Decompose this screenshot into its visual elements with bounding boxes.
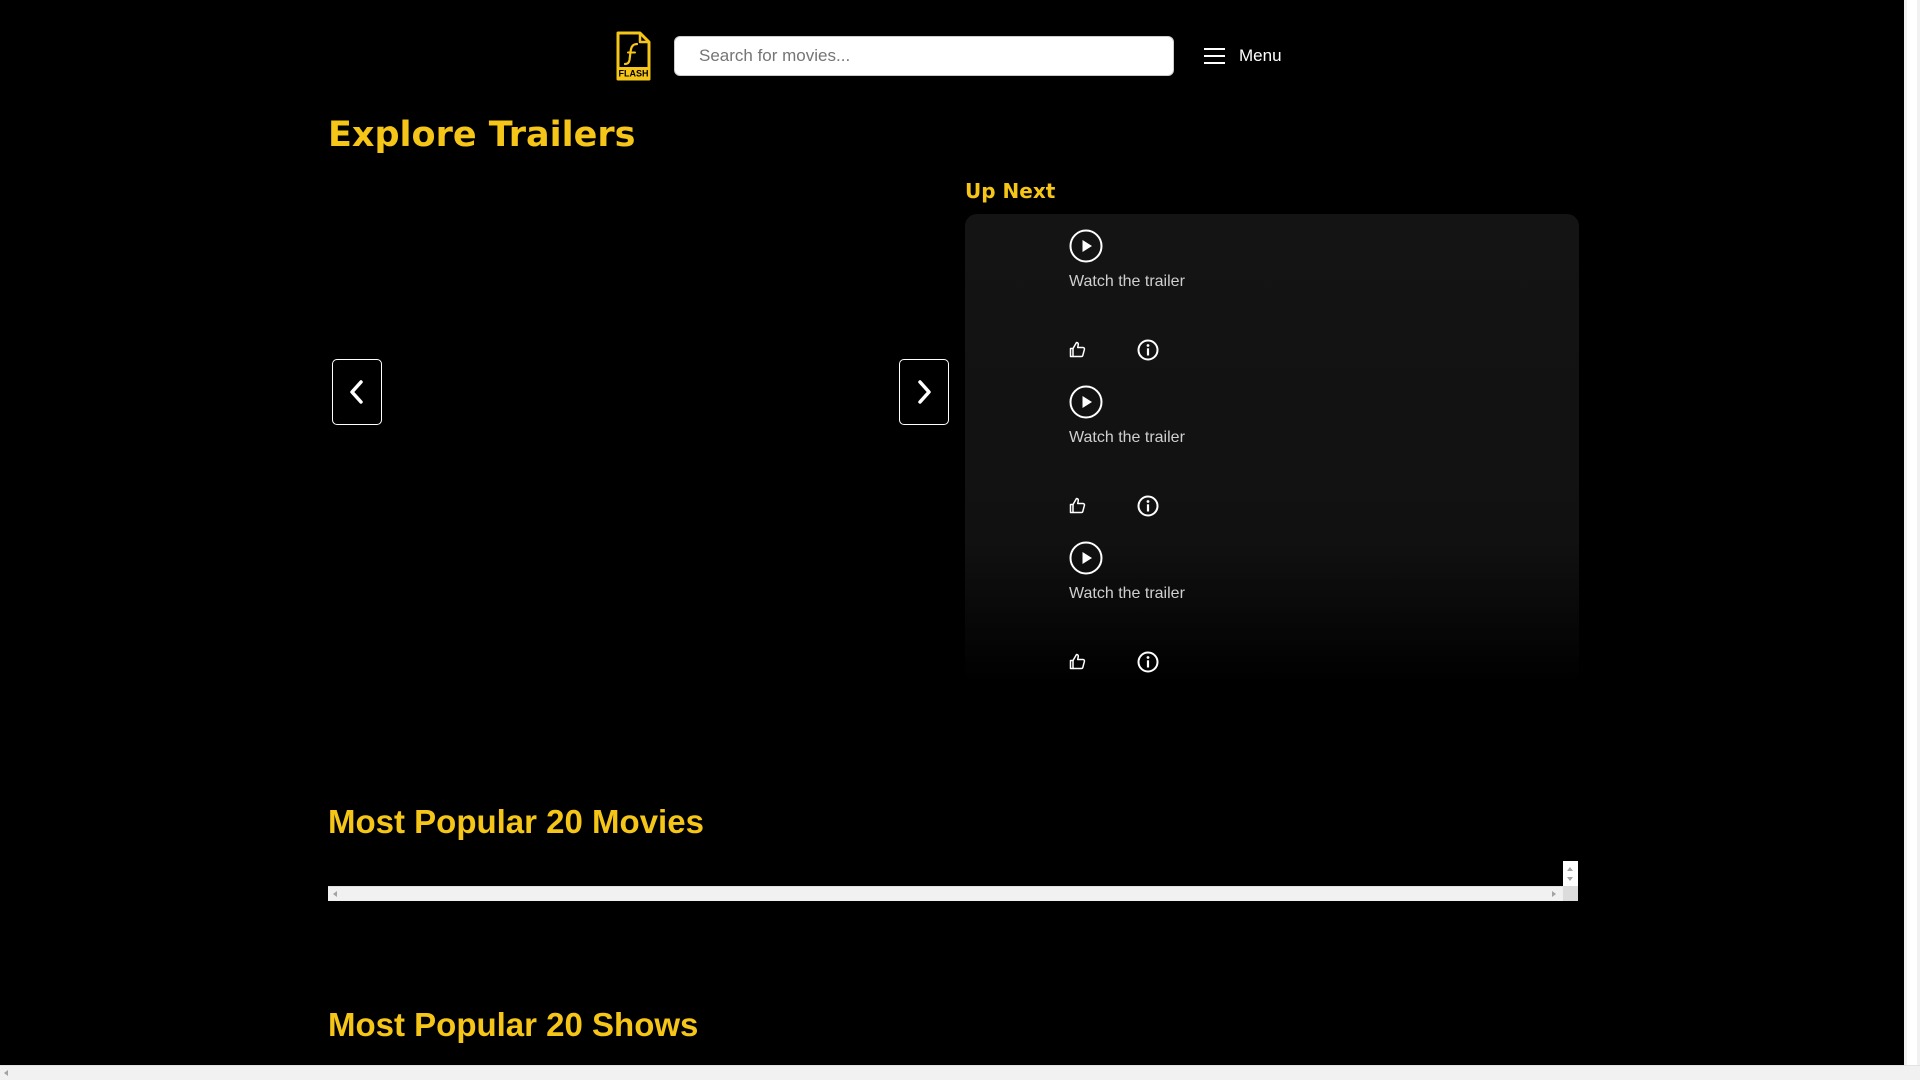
scrollbar-corner xyxy=(1563,886,1578,901)
chevron-left-icon xyxy=(350,380,363,404)
up-next-item: Watch the trailer xyxy=(1069,526,1369,676)
logo-text: FLASH xyxy=(619,69,649,79)
play-circle-icon[interactable] xyxy=(1069,541,1103,575)
window-scroll-left-arrow-icon[interactable] xyxy=(4,1070,8,1076)
scroll-right-arrow-icon[interactable] xyxy=(1552,891,1556,897)
play-circle-icon[interactable] xyxy=(1069,385,1103,419)
info-icon[interactable] xyxy=(1137,495,1159,517)
watch-trailer-link[interactable]: Watch the trailer xyxy=(1069,272,1185,292)
page: FLASH Menu Explore Trailers Up Next xyxy=(0,0,1904,1065)
movies-horizontal-scrollbar[interactable] xyxy=(328,886,1578,901)
window-horizontal-scrollbar[interactable] xyxy=(0,1065,1920,1080)
menu-label: Menu xyxy=(1239,46,1282,65)
up-next-item: Watch the trailer xyxy=(1069,370,1369,520)
chevron-right-icon xyxy=(918,380,931,404)
menu-icon xyxy=(1204,48,1225,64)
trailer-carousel xyxy=(328,170,950,782)
window-vertical-scrollbar[interactable] xyxy=(1904,0,1920,1065)
scroll-up-arrow-icon[interactable] xyxy=(1567,867,1573,871)
scroll-down-arrow-icon[interactable] xyxy=(1567,877,1573,881)
search-input[interactable] xyxy=(674,36,1174,76)
explore-trailers-title: Explore Trailers xyxy=(328,115,636,155)
popular-shows-title: Most Popular 20 Shows xyxy=(328,1006,699,1043)
up-next-item: Watch the trailer xyxy=(1069,214,1369,364)
play-circle-icon[interactable] xyxy=(1069,229,1103,263)
scroll-left-arrow-icon[interactable] xyxy=(333,891,337,897)
thumbs-up-icon[interactable] xyxy=(1069,653,1086,670)
thumbs-up-icon[interactable] xyxy=(1069,341,1086,358)
info-icon[interactable] xyxy=(1137,651,1159,673)
window-scroll-thumb[interactable] xyxy=(1907,0,1917,1065)
popular-movies-title: Most Popular 20 Movies xyxy=(328,803,704,840)
up-next-panel: Watch the trailer Watch the trailer Watc… xyxy=(965,214,1579,684)
watch-trailer-link[interactable]: Watch the trailer xyxy=(1069,584,1185,604)
flash-logo-icon[interactable]: FLASH xyxy=(615,31,652,81)
carousel-next-button[interactable] xyxy=(899,359,949,425)
carousel-prev-button[interactable] xyxy=(332,359,382,425)
popular-movies-scroller[interactable] xyxy=(328,861,1578,901)
thumbs-up-icon[interactable] xyxy=(1069,497,1086,514)
info-icon[interactable] xyxy=(1137,339,1159,361)
up-next-title: Up Next xyxy=(965,179,1056,203)
menu-button[interactable]: Menu xyxy=(1204,44,1282,68)
watch-trailer-link[interactable]: Watch the trailer xyxy=(1069,428,1185,448)
movies-vertical-scrollbar[interactable] xyxy=(1563,861,1578,886)
